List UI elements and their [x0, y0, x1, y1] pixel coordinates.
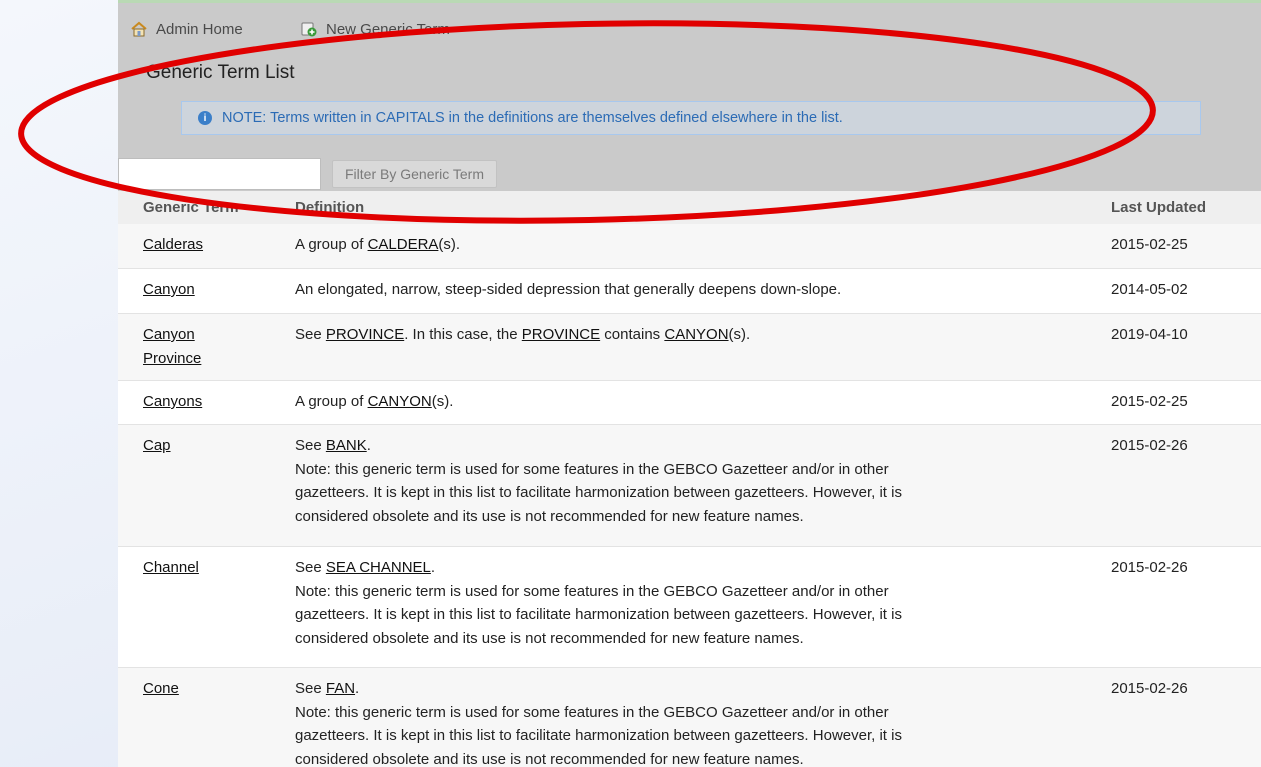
definition-text: See [295, 680, 326, 697]
obsolete-note-line: gazetteers. It is kept in this list to f… [295, 727, 902, 744]
obsolete-note-line: Note: this generic term is used for some… [295, 582, 889, 600]
info-icon: i [198, 111, 212, 125]
table-row: Channel See SEA CHANNEL. Note: this gene… [118, 547, 1261, 668]
table-row: Cap See BANK. Note: this generic term is… [118, 425, 1261, 547]
term-reference-link[interactable]: SEA CHANNEL [326, 559, 431, 576]
definition-text: A group of [295, 393, 368, 410]
table-header: Generic Term Definition Last Updated [118, 191, 1261, 224]
table-row: Cone See FAN. Note: this generic term is… [118, 668, 1261, 767]
term-reference-link[interactable]: CANYON [368, 393, 432, 410]
definition-text: A group of [295, 236, 368, 253]
term-link-canyons[interactable]: Canyons [143, 393, 202, 410]
definition-text: An elongated, narrow, steep-sided depres… [295, 281, 842, 298]
page-header: Admin Home New Generic Term Generic Term… [118, 3, 1261, 191]
table-row: Canyon An elongated, narrow, steep-sided… [118, 269, 1261, 314]
obsolete-note-line: considered obsolete and its use is not r… [295, 507, 804, 525]
filter-input[interactable] [118, 158, 321, 190]
info-note: i NOTE: Terms written in CAPITALS in the… [181, 101, 1201, 135]
term-reference-link[interactable]: BANK [326, 437, 367, 454]
term-link-canyon[interactable]: Canyon [143, 281, 195, 298]
column-header-definition: Definition [295, 199, 365, 216]
definition-text: See [295, 437, 326, 454]
definition-text: (s). [431, 393, 454, 410]
obsolete-note: Note: this generic term is used for some… [295, 704, 902, 767]
admin-home-label: Admin Home [156, 20, 243, 38]
obsolete-note-line: Note: this generic term is used for some… [295, 460, 889, 478]
definition-cell: See SEA CHANNEL. Note: this generic term… [295, 556, 1045, 650]
home-icon [130, 20, 148, 38]
add-document-icon [300, 20, 318, 38]
definition-cell: A group of CANYON(s). [295, 390, 1045, 414]
obsolete-note-line: considered obsolete and its use is not r… [295, 750, 804, 767]
table-row: Canyons A group of CANYON(s). 2015-02-25 [118, 381, 1261, 425]
last-updated-date: 2019-04-10 [1111, 326, 1188, 343]
table-row: Calderas A group of CALDERA(s). 2015-02-… [118, 224, 1261, 269]
definition-text: (s). [728, 326, 751, 343]
definition-text: . [366, 437, 371, 454]
term-reference-link[interactable]: FAN [326, 680, 355, 697]
page: Admin Home New Generic Term Generic Term… [118, 0, 1261, 767]
last-updated-date: 2015-02-25 [1111, 236, 1188, 253]
new-generic-term-link[interactable]: New Generic Term [300, 20, 450, 38]
last-updated-date: 2015-02-25 [1111, 393, 1188, 410]
definition-text: . [430, 559, 436, 576]
obsolete-note: Note: this generic term is used for some… [295, 461, 902, 525]
term-line: Province [143, 349, 202, 367]
page-title: Generic Term List [146, 62, 295, 83]
last-updated-date: 2015-02-26 [1111, 437, 1188, 454]
term-line: Canyon [143, 326, 195, 343]
definition-text: contains [600, 326, 665, 343]
last-updated-date: 2014-05-02 [1111, 281, 1188, 298]
definition-text: . [355, 680, 360, 697]
obsolete-note-line: gazetteers. It is kept in this list to f… [295, 484, 902, 501]
last-updated-date: 2015-02-26 [1111, 559, 1188, 576]
obsolete-note-line: gazetteers. It is kept in this list to f… [295, 606, 902, 623]
definition-cell: See PROVINCE. In this case, the PROVINCE… [295, 323, 1045, 347]
definition-text: (s). [438, 236, 461, 253]
obsolete-note: Note: this generic term is used for some… [295, 583, 902, 647]
filter-by-generic-term-button[interactable]: Filter By Generic Term [332, 160, 497, 188]
definition-cell: An elongated, narrow, steep-sided depres… [295, 278, 1045, 302]
last-updated-date: 2015-02-26 [1111, 680, 1188, 697]
term-link-cap[interactable]: Cap [143, 437, 171, 454]
column-header-last-updated: Last Updated [1111, 199, 1207, 216]
generic-term-table: Calderas A group of CALDERA(s). 2015-02-… [118, 224, 1261, 767]
obsolete-note-line: Note: this generic term is used for some… [295, 703, 889, 721]
definition-cell: See FAN. Note: this generic term is used… [295, 677, 1045, 767]
term-reference-link[interactable]: CALDERA [368, 236, 439, 253]
term-link-channel[interactable]: Channel [143, 559, 199, 576]
column-header-generic-term: Generic Term [143, 199, 239, 216]
new-generic-term-label: New Generic Term [326, 20, 450, 38]
admin-home-link[interactable]: Admin Home [130, 20, 243, 38]
term-reference-link[interactable]: PROVINCE [326, 326, 404, 343]
definition-text: See [295, 559, 326, 576]
definition-text: See [295, 326, 326, 343]
term-reference-link[interactable]: CANYON [664, 326, 728, 343]
definition-text: . In this case, the [404, 326, 522, 343]
term-link-cone[interactable]: Cone [143, 680, 179, 697]
info-note-text: NOTE: Terms written in CAPITALS in the d… [222, 110, 843, 126]
term-link-calderas[interactable]: Calderas [143, 236, 203, 253]
obsolete-note-line: considered obsolete and its use is not r… [295, 629, 804, 647]
definition-cell: See BANK. Note: this generic term is use… [295, 434, 1045, 528]
term-reference-link[interactable]: PROVINCE [522, 326, 600, 343]
term-link-canyon-province[interactable]: Canyon Province [143, 326, 201, 367]
table-row: Canyon Province See PROVINCE. In this cas… [118, 314, 1261, 381]
definition-cell: A group of CALDERA(s). [295, 233, 1045, 257]
